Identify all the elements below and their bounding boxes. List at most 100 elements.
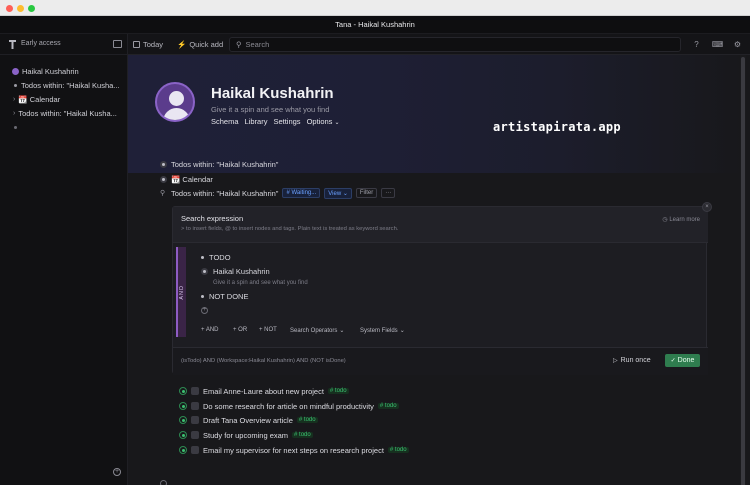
bullet-icon[interactable] [179, 402, 187, 410]
todo-tag[interactable]: # todo [387, 447, 409, 453]
filter-chip[interactable]: Filter [355, 188, 378, 198]
and-operator-bar[interactable]: AND [176, 247, 186, 337]
sidebar-item-todos-2[interactable]: › Todos within: "Haikal Kusha... [0, 106, 128, 120]
library-link[interactable]: Library [245, 117, 268, 126]
zoom-window-button[interactable] [28, 5, 35, 12]
add-expression-icon[interactable]: + [201, 307, 208, 314]
calendar-icon [133, 41, 140, 48]
system-fields-dropdown[interactable]: System Fields ⌄ [360, 327, 405, 335]
scrollbar[interactable] [740, 55, 746, 485]
bullet-icon [201, 268, 208, 275]
quick-add-button[interactable]: ⚡ Quick add [177, 38, 223, 51]
todo-checkbox[interactable] [191, 431, 199, 439]
todo-checkbox[interactable] [191, 416, 199, 424]
close-window-button[interactable] [6, 5, 13, 12]
chevron-right-icon[interactable]: › [13, 110, 15, 117]
options-link[interactable]: Options ⌄ [307, 117, 340, 126]
view-chip[interactable]: View ⌄ [324, 187, 352, 199]
tana-logo-icon [8, 39, 17, 50]
sidebar-item-label: Haikal Kushahrin [22, 66, 79, 76]
panel-header: Search expression > to insert fields, @ … [173, 207, 708, 243]
avatar-icon [12, 67, 19, 75]
search-icon: ⚲ [236, 40, 242, 49]
todo-item[interactable]: Do some research for article on mindful … [179, 400, 399, 412]
settings-link[interactable]: Settings [273, 117, 300, 126]
page-title[interactable]: Haikal Kushahrin [211, 85, 334, 102]
keyboard-icon[interactable]: ⌨ [712, 39, 724, 50]
search-operators-label: Search Operators [290, 327, 338, 334]
bullet-icon[interactable] [179, 416, 187, 424]
expr-todo[interactable]: TODO [201, 253, 231, 262]
todo-checkbox[interactable] [191, 402, 199, 410]
todo-text: Draft Tana Overview article [203, 415, 293, 425]
view-label: View [328, 190, 342, 197]
todo-tag[interactable]: # todo [296, 417, 318, 423]
node-calendar[interactable]: 📆 Calendar [160, 173, 213, 185]
expr-label: Haikal Kushahrin [213, 267, 270, 276]
todo-item[interactable]: Study for upcoming exam # todo [179, 429, 313, 441]
title-bar: Tana - Haikal Kushahrin [0, 16, 750, 34]
run-once-button[interactable]: ▷ Run once [613, 354, 651, 367]
search-input[interactable]: ⚲ Search [229, 37, 681, 52]
run-once-label: Run once [620, 357, 651, 364]
search-operators-dropdown[interactable]: Search Operators ⌄ [290, 327, 345, 335]
sidebar-item-todos[interactable]: Todos within: "Haikal Kusha... [0, 78, 128, 92]
minimize-window-button[interactable] [17, 5, 24, 12]
schema-link[interactable]: Schema [211, 117, 239, 126]
learn-more-link[interactable]: ◷ Learn more [662, 216, 700, 223]
todo-checkbox[interactable] [191, 446, 199, 454]
todo-tag[interactable]: # todo [377, 403, 399, 409]
help-icon[interactable]: ? [691, 39, 702, 50]
bullet-icon[interactable] [179, 431, 187, 439]
watermark: artistapirata.app [493, 120, 621, 134]
panel-hint: > to insert fields, @ to insert nodes an… [181, 226, 399, 232]
expr-workspace-sub: Give it a spin and see what you find [213, 280, 308, 286]
main-panel: Today ⚡ Quick add ⚲ Search ? ⌨ ⚙ Haikal … [128, 34, 750, 485]
expr-not-done[interactable]: NOT DONE [201, 292, 248, 301]
node-search[interactable]: ⚲ Todos within: "Haikal Kushahrin" # Wai… [160, 187, 396, 199]
bullet-icon[interactable] [179, 387, 187, 395]
todo-item[interactable]: Email my supervisor for next steps on re… [179, 444, 409, 456]
page-avatar[interactable] [155, 82, 195, 122]
page-links: Schema Library Settings Options ⌄ [211, 117, 340, 126]
add-or-button[interactable]: + OR [233, 327, 247, 333]
todo-text: Email Anne-Laure about new project [203, 386, 324, 396]
add-node-icon[interactable] [160, 480, 167, 485]
waiting-tag-chip[interactable]: # Waiting... [282, 188, 321, 198]
bullet-icon [14, 83, 17, 87]
chevron-down-icon: ⌄ [342, 190, 348, 197]
add-and-button[interactable]: + AND [201, 327, 219, 333]
today-button[interactable]: Today [133, 38, 163, 51]
play-icon: ▷ [613, 358, 618, 364]
sidebar-item-calendar[interactable]: › 📆 Calendar [0, 92, 128, 106]
search-icon[interactable]: ⚲ [160, 189, 167, 197]
page-subtitle[interactable]: Give it a spin and see what you find [211, 105, 329, 114]
more-chip[interactable]: ··· [381, 188, 396, 198]
expr-workspace[interactable]: Haikal Kushahrin [201, 267, 270, 276]
todo-item[interactable]: Email Anne-Laure about new project # tod… [179, 385, 349, 397]
settings-icon[interactable]: ⚙ [732, 39, 743, 50]
todo-tag[interactable]: # todo [292, 432, 313, 438]
chevron-down-icon: ⌄ [339, 328, 345, 334]
scrollbar-thumb[interactable] [741, 57, 745, 485]
bullet-icon[interactable] [160, 160, 167, 168]
sidebar-header: Early access [0, 34, 127, 55]
sidebar-item-empty[interactable] [0, 120, 128, 134]
node-todos-within[interactable]: Todos within: "Haikal Kushahrin" [160, 158, 278, 170]
node-label: 📆 Calendar [171, 174, 213, 184]
done-button[interactable]: ✓ Done [665, 354, 700, 367]
toggle-sidebar-icon[interactable] [113, 40, 122, 48]
add-icon[interactable]: + [113, 468, 121, 476]
add-not-button[interactable]: + NOT [259, 327, 277, 333]
todo-tag[interactable]: # todo [327, 388, 349, 394]
todo-item[interactable]: Draft Tana Overview article # todo [179, 414, 318, 426]
chevron-right-icon[interactable]: › [13, 96, 15, 103]
bullet-icon[interactable] [179, 446, 187, 454]
bullet-icon[interactable] [160, 175, 167, 183]
sidebar-item-workspace[interactable]: Haikal Kushahrin [0, 64, 128, 78]
check-circle-icon: ✓ [670, 358, 676, 364]
close-icon[interactable]: × [702, 202, 712, 212]
todo-checkbox[interactable] [191, 387, 199, 395]
bullet-icon [14, 125, 17, 129]
window-chrome [0, 0, 750, 16]
